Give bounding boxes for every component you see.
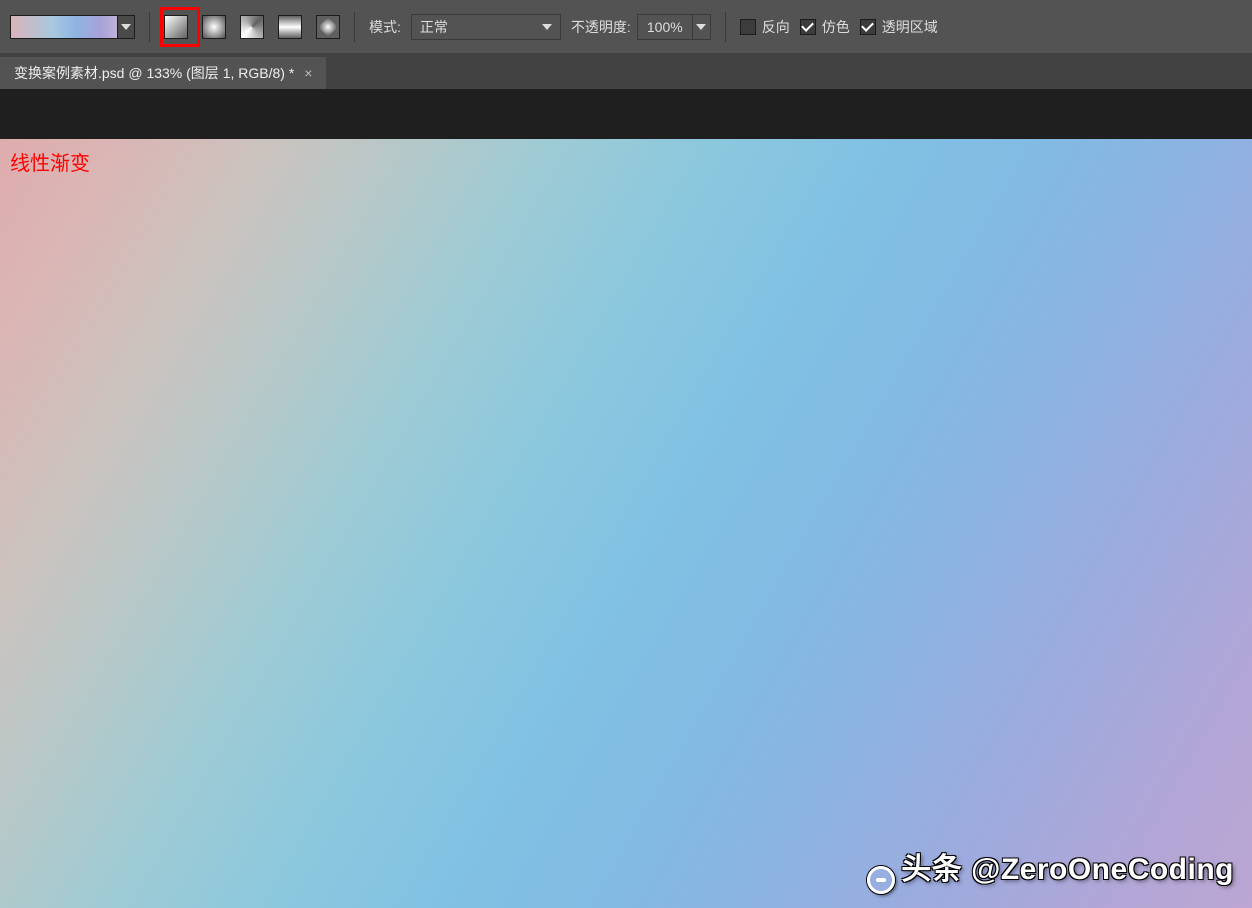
document-canvas[interactable]: 线性渐变 头条 @ZeroOneCoding	[0, 139, 1252, 908]
workspace: 线性渐变 头条 @ZeroOneCoding	[0, 89, 1252, 908]
gradient-type-radial[interactable]	[202, 15, 226, 39]
gradient-type-group	[164, 15, 340, 39]
transparency-checkbox-wrap[interactable]: 透明区域	[860, 17, 938, 37]
chevron-down-icon	[542, 24, 552, 30]
separator	[149, 12, 150, 42]
canvas-margin	[0, 89, 1252, 139]
transparency-checkbox[interactable]	[860, 19, 876, 35]
gradient-type-linear[interactable]	[164, 15, 188, 39]
separator	[725, 12, 726, 42]
transparency-label: 透明区域	[882, 17, 938, 37]
separator	[354, 12, 355, 42]
gradient-type-diamond[interactable]	[316, 15, 340, 39]
document-tab-title: 变换案例素材.psd @ 133% (图层 1, RGB/8) *	[14, 63, 294, 83]
close-icon[interactable]: ×	[304, 65, 312, 81]
reverse-checkbox-wrap[interactable]: 反向	[740, 17, 790, 37]
dither-label: 仿色	[822, 17, 850, 37]
document-tab-bar: 变换案例素材.psd @ 133% (图层 1, RGB/8) * ×	[0, 53, 1252, 89]
chevron-down-icon	[696, 24, 706, 30]
watermark: 头条 @ZeroOneCoding	[867, 844, 1234, 894]
dither-checkbox[interactable]	[800, 19, 816, 35]
opacity-dropdown[interactable]	[693, 14, 711, 40]
opacity-input[interactable]: 100%	[637, 14, 693, 40]
canvas-annotation: 线性渐变	[10, 147, 90, 176]
reverse-label: 反向	[762, 17, 790, 37]
watermark-text: 头条 @ZeroOneCoding	[901, 853, 1234, 886]
watermark-logo-icon	[867, 866, 895, 894]
gradient-picker-dropdown[interactable]	[117, 15, 135, 39]
gradient-options-bar: 模式: 正常 不透明度: 100% 反向 仿色 透明区域	[0, 0, 1252, 53]
gradient-type-reflected[interactable]	[278, 15, 302, 39]
mode-label: 模式:	[369, 17, 401, 37]
opacity-label: 不透明度:	[571, 17, 631, 37]
document-tab[interactable]: 变换案例素材.psd @ 133% (图层 1, RGB/8) * ×	[0, 57, 326, 89]
blend-mode-value: 正常	[420, 17, 448, 37]
reverse-checkbox[interactable]	[740, 19, 756, 35]
chevron-down-icon	[121, 24, 131, 30]
dither-checkbox-wrap[interactable]: 仿色	[800, 17, 850, 37]
blend-mode-select[interactable]: 正常	[411, 14, 561, 40]
gradient-preview[interactable]	[10, 15, 118, 39]
gradient-type-angle[interactable]	[240, 15, 264, 39]
